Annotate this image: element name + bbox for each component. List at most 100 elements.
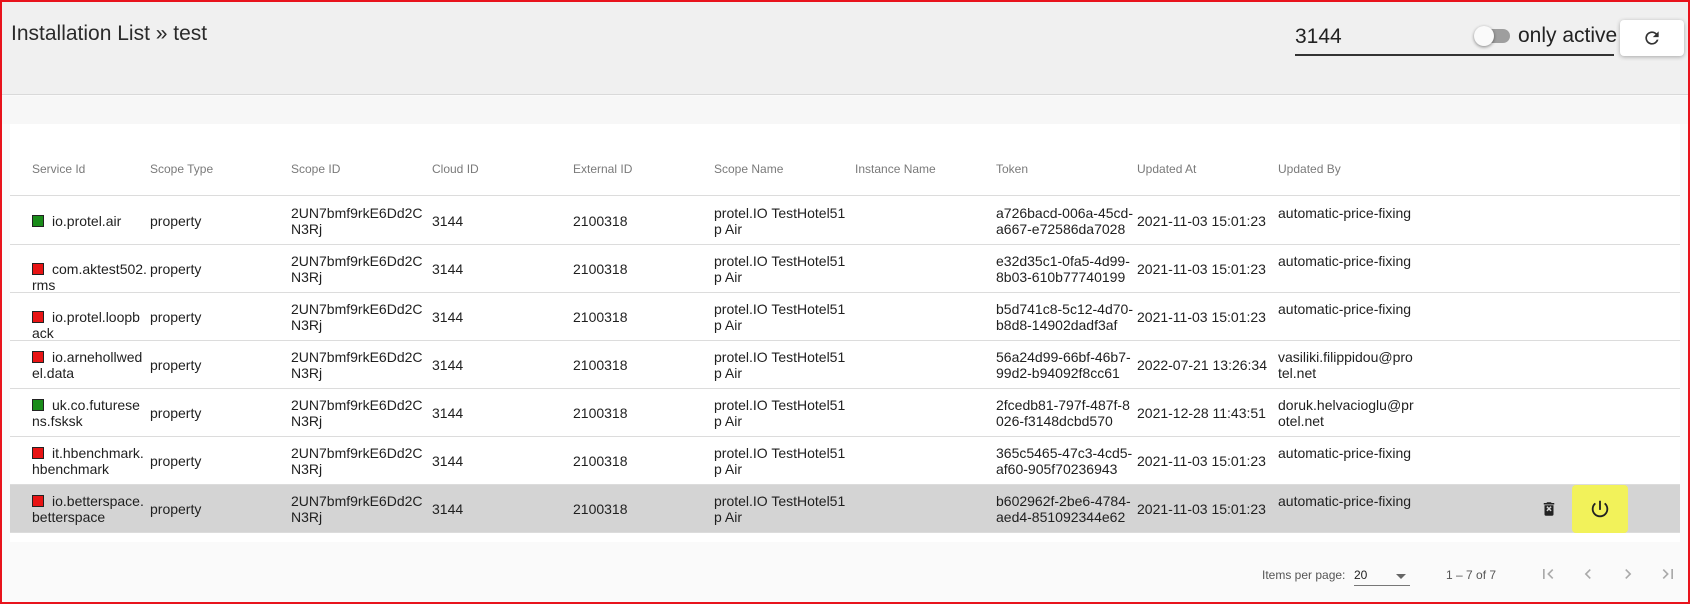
toggle-track[interactable] — [1474, 26, 1510, 46]
table-row[interactable]: com.aktest502.rms property 2UN7bmf9rkE6Dd2… — [10, 245, 1680, 293]
chevron-right-icon — [1625, 569, 1632, 579]
cell-cloud-id: 3144 — [432, 357, 464, 373]
cell-service-id: uk.co.futuresens.fsksk — [32, 397, 147, 429]
installation-table: Service Id Scope Type Scope ID Cloud ID … — [10, 124, 1680, 542]
page-size-value: 20 — [1354, 568, 1368, 582]
col-external-id[interactable]: External ID — [573, 162, 632, 176]
spacer-band — [2, 96, 1688, 124]
cell-scope-name: protel.IO TestHotel51 p Air — [714, 253, 846, 285]
table-row[interactable]: it.hbenchmark.hbenchmark property 2UN7bmf9… — [10, 437, 1680, 485]
cell-external-id: 2100318 — [573, 213, 628, 229]
prev-page-button[interactable] — [1576, 562, 1600, 586]
col-instance-name[interactable]: Instance Name — [855, 162, 936, 176]
cell-scope-type: property — [150, 309, 202, 325]
table-row[interactable]: uk.co.futuresens.fsksk property 2UN7bmf9rk… — [10, 389, 1680, 437]
cell-scope-name: protel.IO TestHotel51 p Air — [714, 301, 846, 333]
cell-updated-at: 2022-07-21 13:26:34 — [1137, 357, 1267, 373]
cell-scope-id: 2UN7bmf9rkE6Dd2CN3Rj — [291, 397, 423, 429]
cell-scope-id: 2UN7bmf9rkE6Dd2CN3Rj — [291, 301, 423, 333]
cell-updated-by: automatic-price-fixing — [1278, 493, 1412, 509]
cell-scope-name: protel.IO TestHotel51 p Air — [714, 493, 846, 525]
status-indicator — [32, 351, 44, 363]
page-title: Installation List » test — [11, 22, 208, 45]
cell-updated-at: 2021-11-03 15:01:23 — [1137, 453, 1266, 469]
only-active-toggle[interactable]: only active — [1474, 24, 1617, 48]
status-indicator — [32, 311, 44, 323]
items-per-page-label: Items per page: — [1262, 568, 1346, 582]
cell-cloud-id: 3144 — [432, 213, 464, 229]
cell-updated-by: automatic-price-fixing — [1278, 445, 1412, 461]
last-page-button[interactable] — [1656, 562, 1680, 586]
cell-scope-type: property — [150, 357, 202, 373]
service-id-text: com.aktest502.rms — [32, 261, 147, 293]
cell-cloud-id: 3144 — [432, 261, 464, 277]
cell-service-id: io.betterspace.betterspace — [32, 493, 147, 525]
table-row[interactable]: io.protel.air property 2UN7bmf9rkE6Dd2CN3R… — [10, 197, 1680, 245]
col-service-id[interactable]: Service Id — [32, 162, 85, 176]
next-page-button[interactable] — [1616, 562, 1640, 586]
last-page-icon — [1662, 569, 1673, 579]
cell-service-id: it.hbenchmark.hbenchmark — [32, 445, 147, 477]
cell-token: a726bacd-006a-45cd-a667-e72586da7028 — [996, 205, 1133, 237]
service-id-text: io.betterspace.betterspace — [32, 493, 144, 525]
cell-service-id: io.protel.air — [32, 213, 147, 229]
cell-token: 2fcedb81-797f-487f-8026-f3148dcbd570 — [996, 397, 1130, 429]
cell-scope-type: property — [150, 501, 202, 517]
cell-scope-name: protel.IO TestHotel51 p Air — [714, 445, 846, 477]
toggle-thumb[interactable] — [1474, 26, 1494, 46]
col-scope-id[interactable]: Scope ID — [291, 162, 340, 176]
cell-external-id: 2100318 — [573, 357, 628, 373]
table-header: Service Id Scope Type Scope ID Cloud ID … — [10, 124, 1680, 196]
col-token[interactable]: Token — [996, 162, 1028, 176]
cell-scope-id: 2UN7bmf9rkE6Dd2CN3Rj — [291, 205, 423, 237]
status-indicator — [32, 215, 44, 227]
delete-button[interactable] — [1538, 497, 1560, 521]
power-button[interactable] — [1572, 485, 1628, 533]
cell-token: b602962f-2be6-4784-aed4-851092344e62 — [996, 493, 1131, 525]
top-toolbar: Installation List » test only active — [2, 2, 1688, 95]
table-row[interactable]: io.arnehollwedel.data property 2UN7bmf9rkE… — [10, 341, 1680, 389]
cell-scope-type: property — [150, 213, 202, 229]
col-scope-type[interactable]: Scope Type — [150, 162, 213, 176]
cell-token: e32d35c1-0fa5-4d99-8b03-610b77740199 — [996, 253, 1130, 285]
status-indicator — [32, 263, 44, 275]
cell-updated-at: 2021-12-28 11:43:51 — [1137, 405, 1266, 421]
cell-updated-at: 2021-11-03 15:01:23 — [1137, 261, 1266, 277]
cell-updated-by: vasiliki.filippidou@protel.net — [1278, 349, 1413, 381]
status-indicator — [32, 495, 44, 507]
first-page-button[interactable] — [1536, 562, 1560, 586]
cell-token: 56a24d99-66bf-46b7-99d2-b94092f8cc61 — [996, 349, 1131, 381]
table-row[interactable]: io.betterspace.betterspace property 2UN7bm… — [10, 485, 1680, 533]
cell-cloud-id: 3144 — [432, 501, 464, 517]
cell-token: b5d741c8-5c12-4d70-b8d8-14902dadf3af — [996, 301, 1133, 333]
cell-updated-at: 2021-11-03 15:01:23 — [1137, 501, 1266, 517]
page-size-select[interactable]: 20 — [1354, 564, 1410, 586]
cell-scope-name: protel.IO TestHotel51 p Air — [714, 205, 846, 237]
col-updated-by[interactable]: Updated By — [1278, 162, 1341, 176]
cell-scope-id: 2UN7bmf9rkE6Dd2CN3Rj — [291, 253, 423, 285]
page-range-label: 1 – 7 of 7 — [1446, 568, 1497, 582]
cell-cloud-id: 3144 — [432, 405, 464, 421]
col-scope-name[interactable]: Scope Name — [714, 162, 783, 176]
col-cloud-id[interactable]: Cloud ID — [432, 162, 479, 176]
cell-external-id: 2100318 — [573, 309, 628, 325]
col-updated-at[interactable]: Updated At — [1137, 162, 1196, 176]
cell-updated-by: automatic-price-fixing — [1278, 253, 1412, 269]
table-row[interactable]: io.protel.loopback property 2UN7bmf9rkE6Dd… — [10, 293, 1680, 341]
status-indicator — [32, 447, 44, 459]
power-icon — [1591, 500, 1609, 518]
cell-external-id: 2100318 — [573, 405, 628, 421]
chevron-left-icon — [1584, 569, 1591, 579]
service-id-text: it.hbenchmark.hbenchmark — [32, 445, 144, 477]
cell-token: 365c5465-47c3-4cd5-af60-905f70236943 — [996, 445, 1133, 477]
cell-service-id: io.protel.loopback — [32, 309, 147, 341]
cell-updated-at: 2021-11-03 15:01:23 — [1137, 213, 1266, 229]
cell-scope-type: property — [150, 405, 202, 421]
delete-icon — [1543, 502, 1555, 516]
refresh-button[interactable] — [1620, 20, 1684, 56]
cell-external-id: 2100318 — [573, 261, 628, 277]
cell-updated-at: 2021-11-03 15:01:23 — [1137, 309, 1266, 325]
first-page-icon — [1543, 569, 1554, 579]
paginator: Items per page: 20 1 – 7 of 7 — [0, 560, 1690, 590]
cell-external-id: 2100318 — [573, 453, 628, 469]
